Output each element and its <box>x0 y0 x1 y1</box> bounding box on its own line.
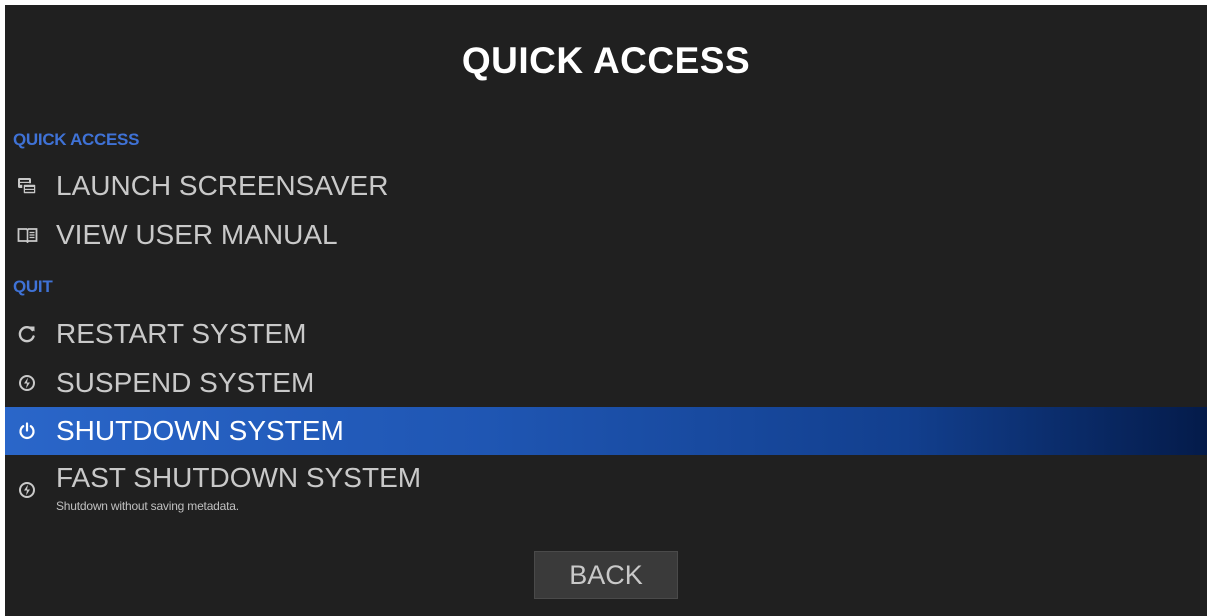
menu-item-label: SHUTDOWN SYSTEM <box>56 415 344 446</box>
power-icon <box>15 419 39 443</box>
suspend-icon <box>15 371 39 395</box>
quick-access-menu: QUICK ACCESS QUICK ACCESS LAUNCH SCREENS… <box>5 5 1207 616</box>
back-button[interactable]: BACK <box>534 551 678 599</box>
menu-item-shutdown-system[interactable]: SHUTDOWN SYSTEM <box>5 407 1207 455</box>
menu-item-view-user-manual[interactable]: VIEW USER MANUAL <box>5 211 1207 259</box>
section-label-quit: QUIT <box>13 277 53 296</box>
menu-item-label: FAST SHUTDOWN SYSTEM <box>56 462 422 493</box>
restart-icon <box>15 322 39 346</box>
section-label-quick-access: QUICK ACCESS <box>13 130 140 149</box>
page-title: QUICK ACCESS <box>461 40 751 81</box>
menu-item-suspend-system[interactable]: SUSPEND SYSTEM <box>5 359 1207 407</box>
manual-book-icon <box>15 223 39 247</box>
menu-item-label: VIEW USER MANUAL <box>56 219 338 250</box>
menu-item-launch-screensaver[interactable]: LAUNCH SCREENSAVER <box>5 162 1207 210</box>
menu-item-label: SUSPEND SYSTEM <box>56 367 315 398</box>
menu-item-restart-system[interactable]: RESTART SYSTEM <box>5 310 1207 358</box>
fast-shutdown-icon <box>15 478 39 502</box>
menu-item-fast-shutdown-system[interactable]: FAST SHUTDOWN SYSTEM Shutdown without sa… <box>5 456 1207 532</box>
menu-item-label: RESTART SYSTEM <box>56 318 307 349</box>
menu-item-description: Shutdown without saving metadata. <box>56 499 239 513</box>
screensaver-icon <box>15 174 39 198</box>
menu-item-label: LAUNCH SCREENSAVER <box>56 170 389 201</box>
